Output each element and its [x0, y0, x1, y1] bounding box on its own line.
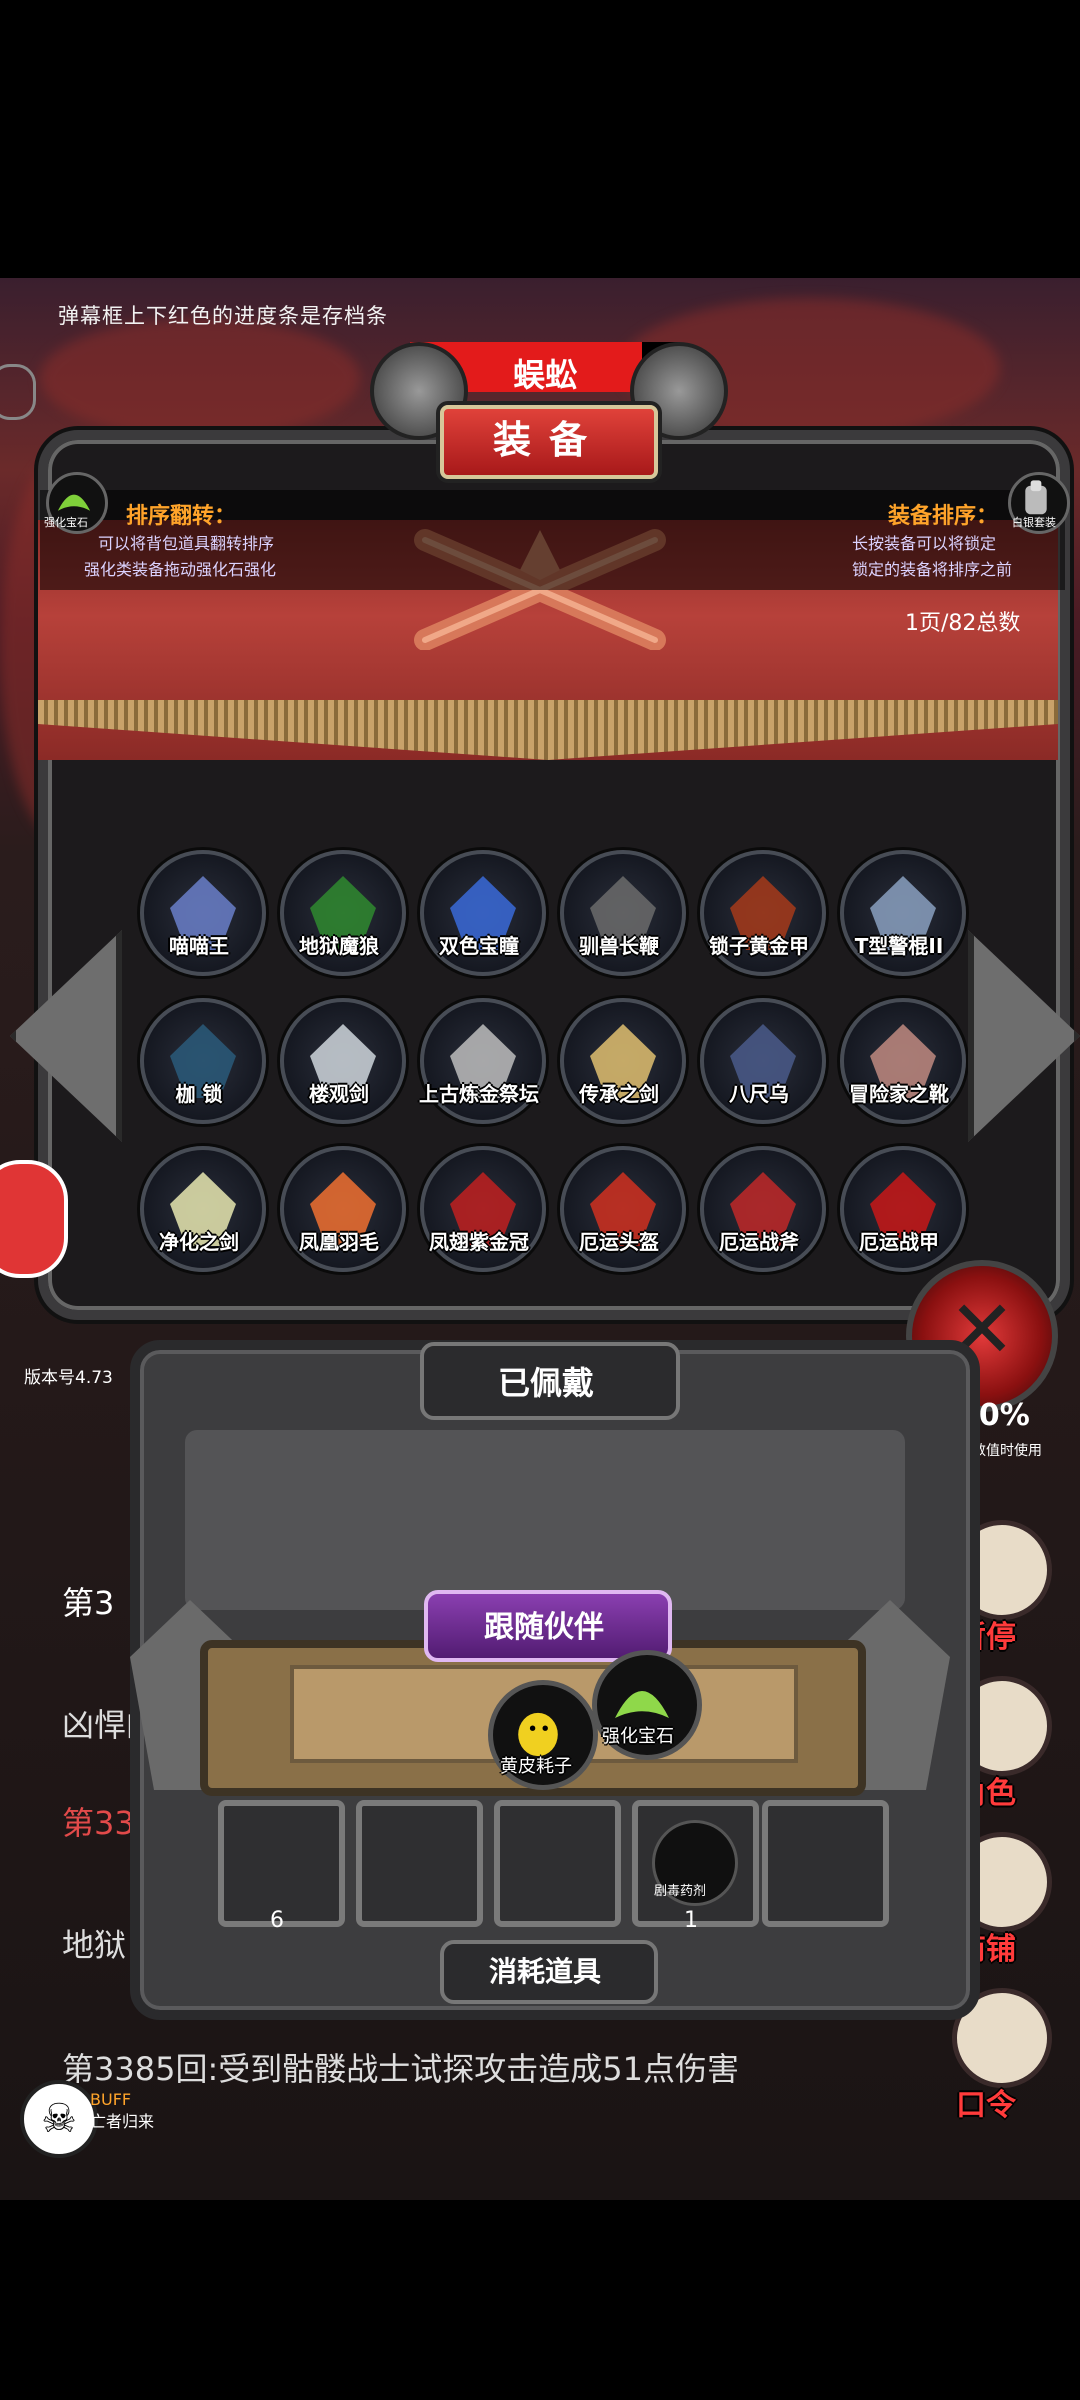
side-menu-label: 口令	[956, 2088, 1016, 2123]
equipment-label: T型警棍II	[854, 934, 944, 958]
consumable-count: 1	[684, 1908, 698, 1933]
avatar-button[interactable]	[0, 1160, 68, 1278]
companion-title: 跟随伙伴	[484, 1610, 604, 1645]
sort-equip-line2: 锁定的装备将排序之前	[852, 560, 1013, 579]
consumable-count: 6	[270, 1908, 284, 1933]
enemy-name: 蜈蚣	[512, 356, 577, 394]
sort-equip-line1: 长按装备可以将锁定	[852, 534, 997, 553]
equipment-label: 厄运战甲	[859, 1230, 939, 1254]
battle-log-line: 第33	[62, 1804, 135, 1842]
panel-title: 装备	[440, 405, 658, 479]
buff-label: BUFF	[90, 2090, 132, 2109]
version-label: 版本号4.73	[24, 1368, 113, 1388]
sort-reverse-title[interactable]: 排序翻转：	[126, 498, 236, 530]
worn-title: 已佩戴	[497, 1364, 594, 1402]
battle-log-line: 第3	[62, 1584, 115, 1622]
sort-equip-title[interactable]: 装备排序：	[888, 498, 998, 530]
consumables-title: 消耗道具	[488, 1955, 601, 1988]
enhance-gem-label: 强化宝石	[44, 516, 88, 529]
skull-icon[interactable]: ☠	[20, 2080, 98, 2158]
page-count: 1页/82总数	[905, 611, 1021, 636]
buff-name: 亡者归来	[90, 2112, 155, 2131]
battle-log-line: 第3385回:受到骷髅战士试探攻击造成51点伤害	[62, 2050, 739, 2088]
consumable-slot[interactable]	[762, 1800, 889, 1927]
sort-reverse-line2: 强化类装备拖动强化石强化	[84, 560, 277, 579]
companion-pet-label: 黄皮耗子	[500, 1756, 572, 1777]
consumable-slot[interactable]	[356, 1800, 483, 1927]
hint-text: 弹幕框上下红色的进度条是存档条	[58, 304, 388, 328]
sort-reverse-line1: 可以将背包道具翻转排序	[98, 534, 275, 553]
consumable-label: 剧毒药剂	[654, 1884, 707, 1899]
equipment-label: 冒险家之靴	[849, 1082, 949, 1106]
left-edge-badge	[0, 364, 36, 420]
companion-pet-label: 强化宝石	[602, 1726, 674, 1747]
consumable-slot[interactable]	[494, 1800, 621, 1927]
battle-log-line: 地狱	[62, 1926, 127, 1964]
worn-equipment-area	[185, 1430, 905, 1610]
silver-set-label: 白银套装	[1012, 516, 1056, 529]
